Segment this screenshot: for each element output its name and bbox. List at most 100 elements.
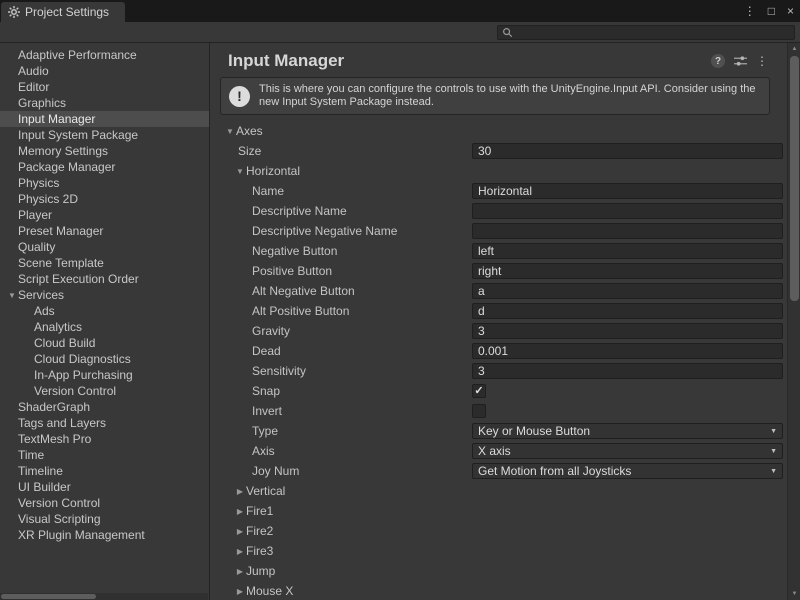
sidebar-item-label: Version Control [18,496,100,510]
foldout-collapsed-icon[interactable]: ▶ [234,487,246,496]
sidebar-item-xr-plugin-management[interactable]: XR Plugin Management [0,527,209,543]
toolbar [0,22,800,43]
field-descriptive-name[interactable] [472,203,783,219]
sidebar-item-cloud-diagnostics[interactable]: Cloud Diagnostics [0,351,209,367]
sidebar-item-services[interactable]: ▼Services [0,287,209,303]
foldout-collapsed-icon[interactable]: ▶ [234,587,246,596]
sidebar-item-editor[interactable]: Editor [0,79,209,95]
foldout-expanded-icon[interactable]: ▼ [6,291,18,300]
foldout-expanded-icon[interactable]: ▼ [224,127,236,136]
horizontal-scrollbar-thumb[interactable] [1,594,96,599]
row-value-zone: a [472,283,783,299]
maximize-icon[interactable]: □ [768,4,775,18]
sidebar-item-analytics[interactable]: Analytics [0,319,209,335]
sidebar-item-memory-settings[interactable]: Memory Settings [0,143,209,159]
tab-project-settings[interactable]: Project Settings [1,2,125,22]
row-value-zone: Get Motion from all Joysticks▼ [472,463,783,479]
foldout-collapsed-icon[interactable]: ▶ [234,527,246,536]
sidebar-item-tags-and-layers[interactable]: Tags and Layers [0,415,209,431]
sidebar-item-time[interactable]: Time [0,447,209,463]
field-alt-positive-button[interactable]: d [472,303,783,319]
search-box[interactable] [497,25,795,40]
chevron-down-icon: ▼ [770,448,777,455]
foldout-label-axes[interactable]: Axes [236,124,263,138]
dropdown-joy-num[interactable]: Get Motion from all Joysticks▼ [472,463,783,479]
field-size[interactable]: 30 [472,143,783,159]
field-alt-negative-button[interactable]: a [472,283,783,299]
sidebar-item-textmesh-pro[interactable]: TextMesh Pro [0,431,209,447]
foldout-label-mouse-x[interactable]: Mouse X [246,584,293,598]
sidebar-item-label: Services [18,288,64,302]
sidebar-item-label: Graphics [18,96,66,110]
sidebar-item-audio[interactable]: Audio [0,63,209,79]
sidebar-item-version-control[interactable]: Version Control [0,495,209,511]
foldout-collapsed-icon[interactable]: ▶ [234,567,246,576]
row-label-zone: Joy Num [210,464,472,478]
foldout-collapsed-icon[interactable]: ▶ [234,547,246,556]
vertical-scrollbar[interactable]: ▲ ▼ [787,43,800,600]
sidebar-item-scene-template[interactable]: Scene Template [0,255,209,271]
foldout-label-fire3[interactable]: Fire3 [246,544,273,558]
foldout-label-fire2[interactable]: Fire2 [246,524,273,538]
sidebar-item-timeline[interactable]: Timeline [0,463,209,479]
foldout-label-fire1[interactable]: Fire1 [246,504,273,518]
field-gravity[interactable]: 3 [472,323,783,339]
sidebar-item-physics[interactable]: Physics [0,175,209,191]
dropdown-value: Key or Mouse Button [478,424,590,438]
foldout-label-jump[interactable]: Jump [246,564,275,578]
dropdown-axis[interactable]: X axis▼ [472,443,783,459]
sidebar-item-graphics[interactable]: Graphics [0,95,209,111]
sidebar-item-label: Audio [18,64,49,78]
tab-title: Project Settings [25,5,109,19]
row-label-zone: Invert [210,404,472,418]
sidebar-item-script-execution-order[interactable]: Script Execution Order [0,271,209,287]
help-icon[interactable]: ? [711,54,725,68]
sidebar-item-cloud-build[interactable]: Cloud Build [0,335,209,351]
field-label-gravity: Gravity [252,324,290,338]
field-dead[interactable]: 0.001 [472,343,783,359]
sidebar-item-player[interactable]: Player [0,207,209,223]
checkbox-snap[interactable]: ✓ [472,384,486,398]
sidebar-item-ads[interactable]: Ads [0,303,209,319]
foldout-collapsed-icon[interactable]: ▶ [234,507,246,516]
sidebar-item-preset-manager[interactable]: Preset Manager [0,223,209,239]
scrollbar-thumb[interactable] [790,56,799,301]
sidebar-item-quality[interactable]: Quality [0,239,209,255]
foldout-label-horizontal[interactable]: Horizontal [246,164,300,178]
sidebar-item-label: Input System Package [18,128,138,142]
sidebar-item-shadergraph[interactable]: ShaderGraph [0,399,209,415]
sidebar-horizontal-scrollbar[interactable] [0,593,208,600]
window-controls: ⋮ □ × [744,0,794,22]
sidebar-item-input-manager[interactable]: Input Manager [0,111,209,127]
close-icon[interactable]: × [787,4,794,18]
field-negative-button[interactable]: left [472,243,783,259]
row-fire3: ▶Fire3 [210,541,800,561]
dropdown-type[interactable]: Key or Mouse Button▼ [472,423,783,439]
sidebar-item-physics-2d[interactable]: Physics 2D [0,191,209,207]
field-name[interactable]: Horizontal [472,183,783,199]
field-positive-button[interactable]: right [472,263,783,279]
row-alt-negative-button: Alt Negative Buttona [210,281,800,301]
row-label-zone: ▼Axes [210,124,472,138]
row-label-zone: ▶Fire1 [210,504,472,518]
scroll-down-icon[interactable]: ▼ [788,591,800,597]
window-menu-icon[interactable]: ⋮ [744,4,756,18]
sidebar-item-visual-scripting[interactable]: Visual Scripting [0,511,209,527]
sidebar-item-ui-builder[interactable]: UI Builder [0,479,209,495]
sidebar-item-version-control[interactable]: Version Control [0,383,209,399]
sidebar-item-package-manager[interactable]: Package Manager [0,159,209,175]
foldout-label-vertical[interactable]: Vertical [246,484,285,498]
preset-icon[interactable] [734,55,747,67]
foldout-expanded-icon[interactable]: ▼ [234,167,246,176]
field-descriptive-negative-name[interactable] [472,223,783,239]
row-invert: Invert [210,401,800,421]
row-value-zone: d [472,303,783,319]
sidebar-item-in-app-purchasing[interactable]: In-App Purchasing [0,367,209,383]
checkbox-invert[interactable] [472,404,486,418]
scroll-up-icon[interactable]: ▲ [788,46,800,52]
sidebar-item-input-system-package[interactable]: Input System Package [0,127,209,143]
field-sensitivity[interactable]: 3 [472,363,783,379]
sidebar-item-adaptive-performance[interactable]: Adaptive Performance [0,47,209,63]
context-menu-icon[interactable]: ⋮ [756,54,768,68]
search-input[interactable] [517,26,790,38]
